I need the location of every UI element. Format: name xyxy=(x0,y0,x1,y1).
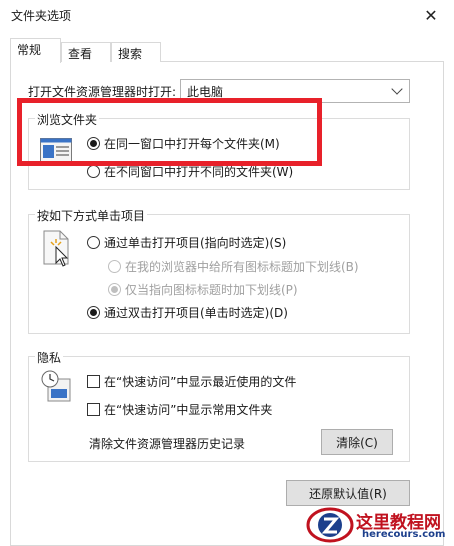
clear-button[interactable]: 清除(C) xyxy=(321,429,393,455)
close-button[interactable]: ✕ xyxy=(408,0,454,30)
radio-underline-all-label: 在我的浏览器中给所有图标标题加下划线(B) xyxy=(125,260,359,274)
pointer-icon xyxy=(42,230,72,268)
open-explorer-value: 此电脑 xyxy=(187,85,224,99)
radio-double-click-label: 通过双击打开项目(单击时选定)(D) xyxy=(104,306,288,320)
click-items-title: 按如下方式单击项目 xyxy=(35,207,148,224)
radio-underline-hover-label: 仅当指向图标标题时加下划线(P) xyxy=(125,283,298,297)
radio-single-click-button[interactable] xyxy=(87,236,100,249)
chevron-down-icon xyxy=(391,83,403,95)
check-recent-files-label: 在“快速访问”中显示最近使用的文件 xyxy=(104,375,297,389)
watermark-logo-icon xyxy=(306,507,354,543)
radio-new-window-button[interactable] xyxy=(87,165,100,178)
radio-underline-all[interactable]: 在我的浏览器中给所有图标标题加下划线(B) xyxy=(108,258,359,275)
watermark-url: herecours.com xyxy=(362,529,446,540)
privacy-clock-icon xyxy=(40,369,72,403)
check-recent-files[interactable]: 在“快速访问”中显示最近使用的文件 xyxy=(87,373,296,390)
check-frequent-folders-label: 在“快速访问”中显示常用文件夹 xyxy=(104,403,273,417)
radio-double-click[interactable]: 通过双击打开项目(单击时选定)(D) xyxy=(87,304,288,321)
window-title: 文件夹选项 xyxy=(11,9,72,23)
radio-underline-all-button[interactable] xyxy=(108,260,121,273)
tab-general[interactable]: 常规 xyxy=(10,38,61,63)
check-frequent-folders[interactable]: 在“快速访问”中显示常用文件夹 xyxy=(87,401,272,418)
radio-double-click-button[interactable] xyxy=(87,306,100,319)
watermark: 这里教程网 herecours.com xyxy=(306,504,454,546)
close-icon: ✕ xyxy=(424,5,438,25)
check-frequent-folders-box[interactable] xyxy=(87,403,100,416)
radio-single-click[interactable]: 通过单击打开项目(指向时选定)(S) xyxy=(87,234,286,251)
check-recent-files-box[interactable] xyxy=(87,375,100,388)
privacy-title: 隐私 xyxy=(35,349,64,366)
radio-single-click-label: 通过单击打开项目(指向时选定)(S) xyxy=(104,236,287,250)
clear-history-label: 清除文件资源管理器历史记录 xyxy=(89,437,246,451)
tab-search[interactable]: 搜索 xyxy=(111,42,161,62)
tab-view[interactable]: 查看 xyxy=(61,42,111,62)
title-bar: 文件夹选项 ✕ xyxy=(0,0,454,30)
restore-defaults-button[interactable]: 还原默认值(R) xyxy=(286,480,410,506)
radio-underline-hover[interactable]: 仅当指向图标标题时加下划线(P) xyxy=(108,281,298,298)
radio-underline-hover-button[interactable] xyxy=(108,283,121,296)
highlight-box xyxy=(17,98,322,166)
